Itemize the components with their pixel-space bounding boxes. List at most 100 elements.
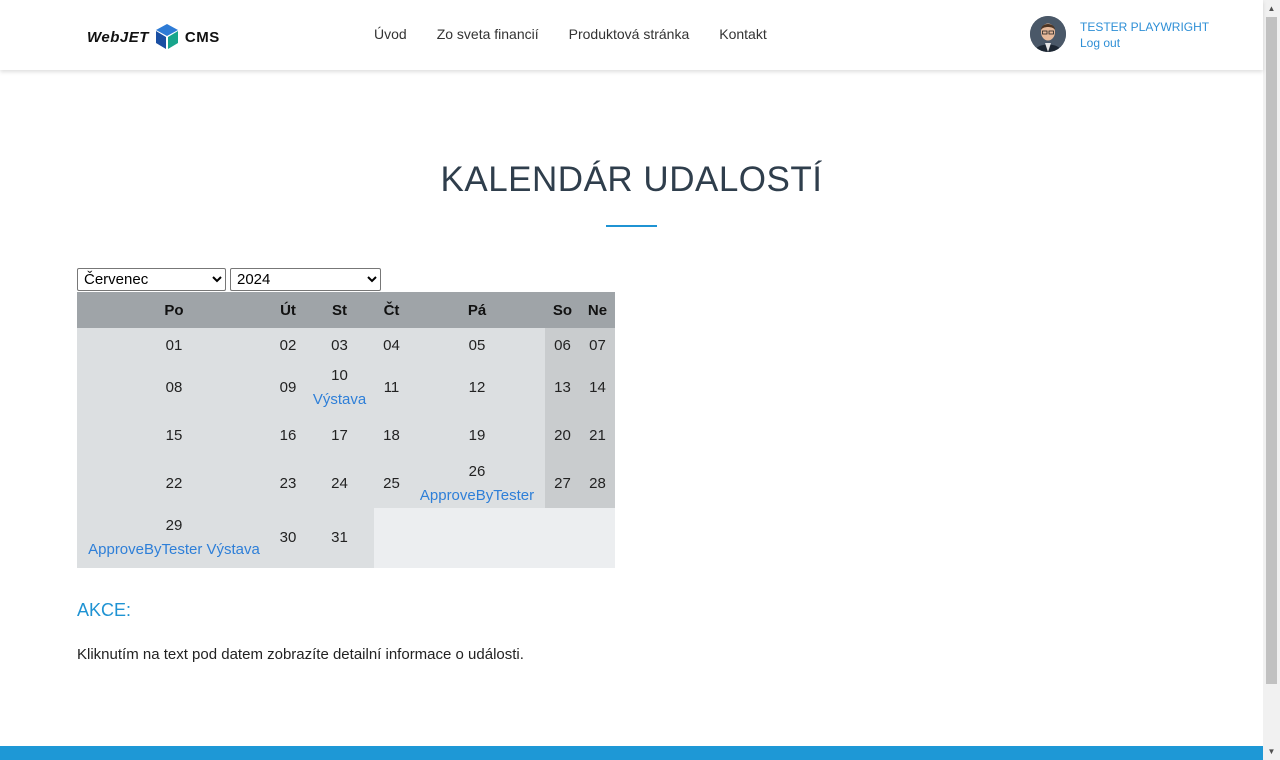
day-cell: 07 [580, 328, 615, 364]
event-calendar: Po Út St Čt Pá So Ne 01 02 03 04 05 06 0… [77, 292, 615, 568]
day-number: 13 [554, 379, 571, 396]
user-avatar-icon [1030, 16, 1066, 52]
day-header-pa: Pá [409, 292, 545, 328]
akce-hint: Kliknutím na text pod datem zobrazíte de… [77, 646, 524, 663]
nav-item-produkt[interactable]: Produktová stránka [569, 26, 690, 42]
day-cell: 19 [409, 412, 545, 460]
day-cell: 31 [305, 508, 374, 568]
day-number: 09 [279, 379, 297, 396]
day-number: 06 [554, 337, 571, 354]
day-cell: 26 ApproveByTester [409, 460, 545, 508]
day-number: 11 [383, 379, 400, 396]
logo-text-cms: CMS [184, 28, 220, 46]
day-number: 28 [589, 475, 606, 492]
empty-cell [545, 508, 580, 568]
day-cell: 06 [545, 328, 580, 364]
calendar-week-row: 15 16 17 18 19 20 21 [77, 412, 615, 460]
title-underline [606, 225, 657, 227]
day-cell: 24 [305, 460, 374, 508]
calendar-week-row: 01 02 03 04 05 06 07 [77, 328, 615, 364]
day-cell: 17 [305, 412, 374, 460]
calendar-week-row: 22 23 24 25 26 ApproveByTester 27 28 [77, 460, 615, 508]
avatar[interactable] [1030, 16, 1066, 52]
empty-cell [409, 508, 545, 568]
day-number: 14 [589, 379, 606, 396]
day-cell: 05 [409, 328, 545, 364]
day-cell: 04 [374, 328, 409, 364]
day-header-st: St [305, 292, 374, 328]
day-number: 17 [331, 427, 348, 444]
scrollbar[interactable]: ▲ ▼ [1263, 0, 1280, 760]
day-header-po: Po [77, 292, 271, 328]
day-cell: 15 [77, 412, 271, 460]
empty-cell [374, 508, 409, 568]
event-link-vystava[interactable]: Výstava [313, 391, 366, 408]
day-number: 05 [468, 337, 486, 354]
nav-item-financie[interactable]: Zo sveta financií [437, 26, 539, 42]
day-number: 20 [554, 427, 571, 444]
day-cell: 02 [271, 328, 305, 364]
year-select[interactable]: 2024 [230, 268, 381, 291]
nav-item-uvod[interactable]: Úvod [374, 26, 407, 42]
logout-link[interactable]: Log out [1080, 35, 1209, 51]
webjet-logo[interactable]: WebJET CMS [87, 23, 220, 51]
day-number: 04 [383, 337, 400, 354]
day-cell: 18 [374, 412, 409, 460]
event-link-approvebytester-vystava[interactable]: ApproveByTester Výstava [88, 541, 260, 558]
day-cell: 10 Výstava [305, 364, 374, 412]
scroll-down-arrow-icon[interactable]: ▼ [1263, 743, 1280, 760]
day-number: 19 [468, 427, 486, 444]
day-cell: 21 [580, 412, 615, 460]
calendar-week-row: 08 09 10 Výstava 11 12 13 14 [77, 364, 615, 412]
day-cell: 16 [271, 412, 305, 460]
day-number: 01 [165, 337, 183, 354]
day-cell: 23 [271, 460, 305, 508]
day-number: 24 [331, 475, 348, 492]
day-cell: 29 ApproveByTester Výstava [77, 508, 271, 568]
day-cell: 14 [580, 364, 615, 412]
logo-text-webjet: WebJET [87, 28, 149, 46]
calendar-week-row: 29 ApproveByTester Výstava 30 31 [77, 508, 615, 568]
day-number: 15 [165, 427, 183, 444]
day-header-ct: Čt [374, 292, 409, 328]
day-cell: 11 [374, 364, 409, 412]
user-box: TESTER PLAYWRIGHT Log out [1030, 16, 1209, 52]
day-cell: 27 [545, 460, 580, 508]
scroll-up-arrow-icon[interactable]: ▲ [1263, 0, 1280, 17]
month-select[interactable]: Červenec [77, 268, 226, 291]
site-header: WebJET CMS Úvod Zo sveta financií Produk… [0, 0, 1263, 70]
day-header-so: So [545, 292, 580, 328]
day-number: 03 [331, 337, 348, 354]
day-number: 18 [383, 427, 400, 444]
scrollbar-thumb[interactable] [1266, 17, 1277, 684]
day-number: 22 [165, 475, 183, 492]
day-number: 29 [165, 517, 183, 534]
day-cell: 20 [545, 412, 580, 460]
akce-heading: AKCE: [77, 600, 132, 620]
day-number: 31 [331, 529, 348, 546]
day-number: 25 [383, 475, 400, 492]
cube-logo-icon [155, 24, 178, 49]
day-cell: 30 [271, 508, 305, 568]
day-number: 08 [165, 379, 183, 396]
day-number: 12 [468, 379, 486, 396]
calendar-header-row: Po Út St Čt Pá So Ne [77, 292, 615, 328]
empty-cell [580, 508, 615, 568]
day-cell: 28 [580, 460, 615, 508]
day-number: 30 [279, 529, 297, 546]
day-header-ut: Út [271, 292, 305, 328]
day-cell: 13 [545, 364, 580, 412]
day-number: 21 [589, 427, 606, 444]
user-name[interactable]: TESTER PLAYWRIGHT [1080, 19, 1209, 35]
day-header-ne: Ne [580, 292, 615, 328]
day-number: 27 [554, 475, 571, 492]
day-number: 07 [589, 337, 606, 354]
user-info: TESTER PLAYWRIGHT Log out [1080, 19, 1209, 51]
day-number: 23 [279, 475, 297, 492]
nav-item-kontakt[interactable]: Kontakt [719, 26, 766, 42]
day-cell: 12 [409, 364, 545, 412]
day-number: 26 [468, 463, 486, 480]
event-link-approvebytester[interactable]: ApproveByTester [420, 487, 534, 504]
main-nav: Úvod Zo sveta financií Produktová stránk… [374, 26, 797, 42]
page-title: KALENDÁR UDALOSTÍ [440, 160, 823, 199]
